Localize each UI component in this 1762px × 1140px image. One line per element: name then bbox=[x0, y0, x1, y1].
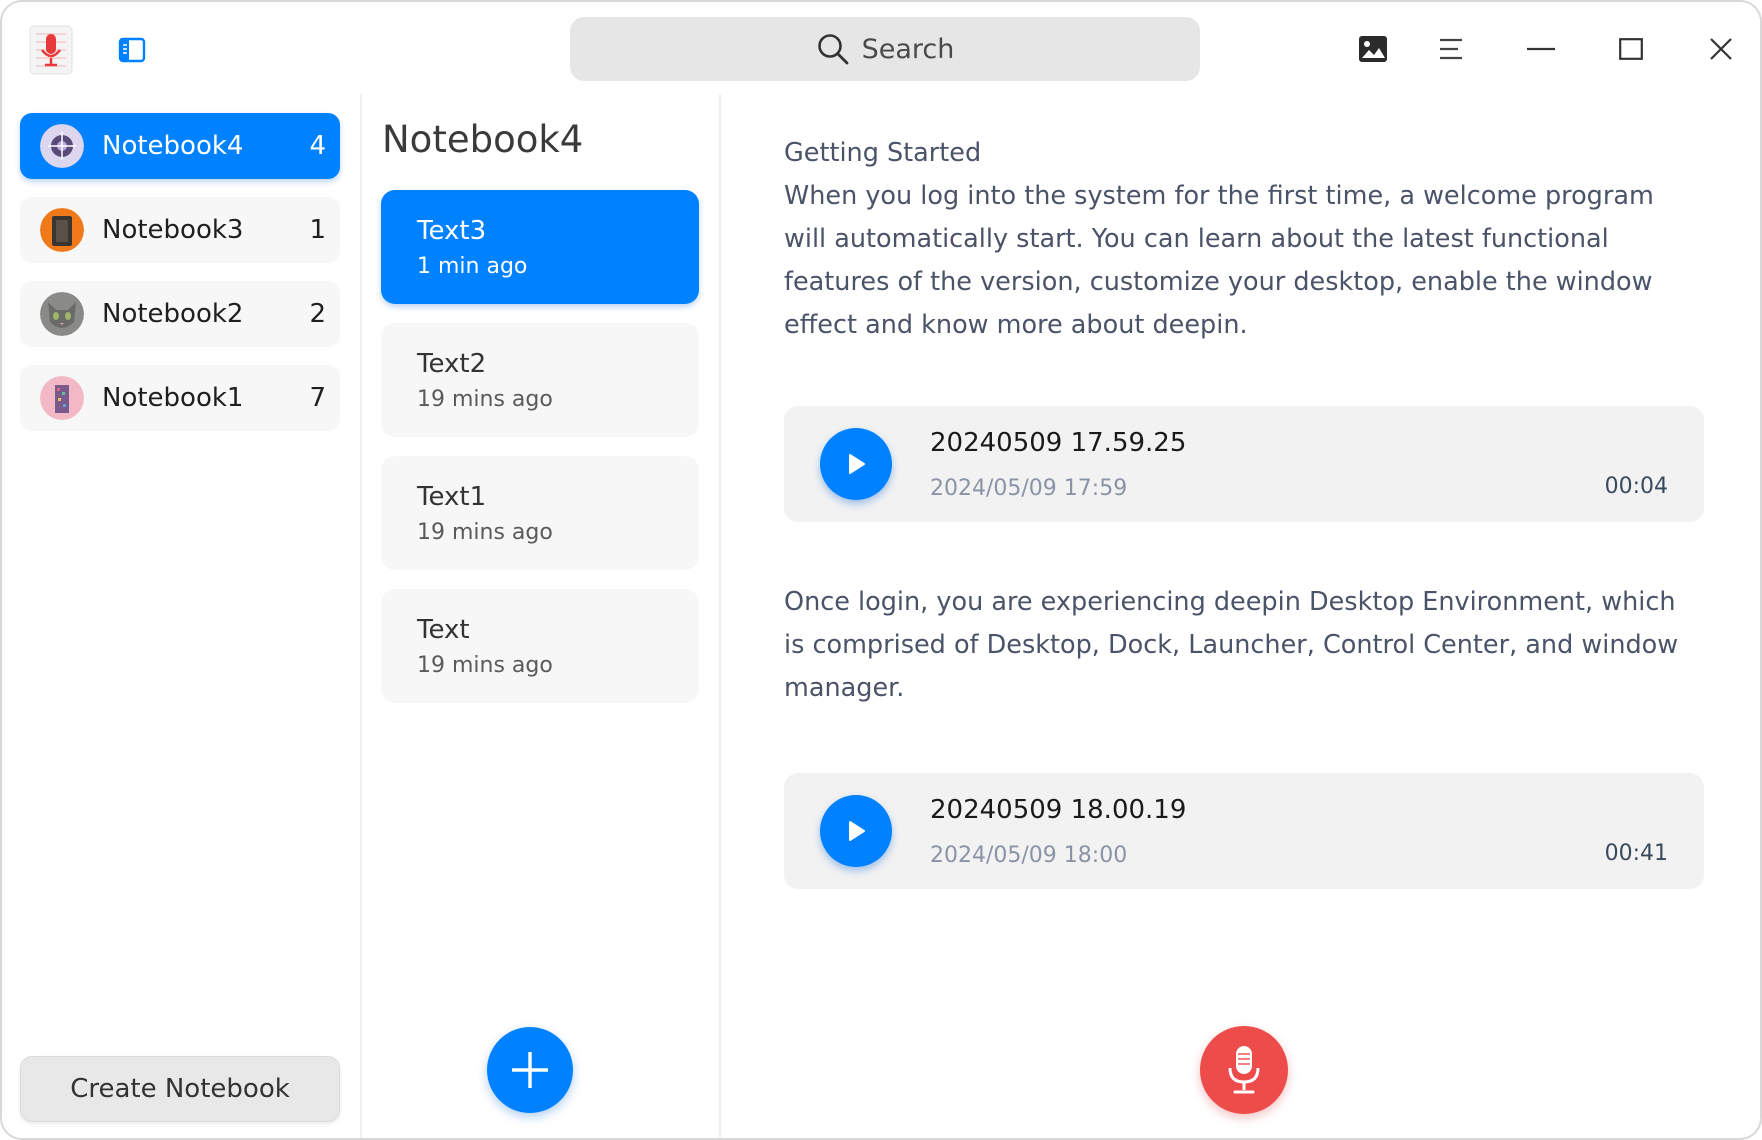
create-notebook-button[interactable]: Create Notebook bbox=[20, 1056, 340, 1122]
notebook-avatar bbox=[40, 376, 84, 420]
close-icon bbox=[1710, 38, 1732, 60]
note-item-text[interactable]: Text 19 mins ago bbox=[381, 589, 699, 703]
play-button[interactable] bbox=[820, 428, 892, 500]
notebook-title: Notebook4 bbox=[382, 118, 584, 161]
notebook-name: Notebook2 bbox=[102, 299, 244, 329]
sidebar-divider bbox=[360, 94, 362, 1138]
note-time: 19 mins ago bbox=[417, 653, 553, 678]
note-item-text3[interactable]: Text3 1 min ago bbox=[381, 190, 699, 304]
recording-name: 20240509 17.59.25 bbox=[930, 428, 1187, 458]
note-paragraph: Once login, you are experiencing deepin … bbox=[784, 587, 1679, 703]
menu-icon bbox=[1440, 38, 1462, 60]
voice-recording-card[interactable]: 20240509 17.59.25 2024/05/09 17:59 00:04 bbox=[784, 406, 1704, 522]
notebook-count: 2 bbox=[309, 299, 326, 329]
notebook-item-notebook2[interactable]: Notebook2 2 bbox=[20, 281, 340, 347]
note-time: 19 mins ago bbox=[417, 520, 553, 545]
note-time: 19 mins ago bbox=[417, 387, 553, 412]
search-placeholder: Search bbox=[861, 33, 955, 65]
note-time: 1 min ago bbox=[417, 254, 528, 279]
notebook-item-notebook1[interactable]: Notebook1 7 bbox=[20, 365, 340, 431]
notebook-avatar bbox=[40, 208, 84, 252]
sidebar-toggle-icon[interactable] bbox=[116, 34, 148, 66]
notebook-count: 4 bbox=[309, 131, 326, 161]
notebook-item-notebook4[interactable]: Notebook4 4 bbox=[20, 113, 340, 179]
note-editor[interactable]: Getting Started When you log into the sy… bbox=[784, 132, 1704, 347]
play-button[interactable] bbox=[820, 795, 892, 867]
notebook-name: Notebook3 bbox=[102, 215, 244, 245]
notebook-name: Notebook4 bbox=[102, 131, 244, 161]
main-menu-button[interactable] bbox=[1428, 26, 1474, 72]
note-title: Text3 bbox=[417, 216, 487, 246]
note-heading: Getting Started bbox=[784, 138, 982, 168]
note-title: Text2 bbox=[417, 349, 487, 379]
notebook-name: Notebook1 bbox=[102, 383, 244, 413]
recording-date: 2024/05/09 18:00 bbox=[930, 843, 1128, 868]
close-button[interactable] bbox=[1698, 26, 1744, 72]
recording-name: 20240509 18.00.19 bbox=[930, 795, 1187, 825]
minimize-icon bbox=[1527, 47, 1555, 51]
search-input[interactable]: Search bbox=[570, 17, 1200, 81]
plus-icon bbox=[512, 1052, 548, 1088]
title-bar: Search bbox=[2, 2, 1760, 94]
search-icon bbox=[817, 34, 849, 65]
image-icon bbox=[1359, 36, 1387, 62]
note-title: Text1 bbox=[417, 482, 487, 512]
note-item-text2[interactable]: Text2 19 mins ago bbox=[381, 323, 699, 437]
recording-duration: 00:04 bbox=[1604, 474, 1668, 499]
notebook-avatar bbox=[40, 292, 84, 336]
play-icon bbox=[849, 454, 865, 474]
add-note-button[interactable] bbox=[487, 1027, 573, 1113]
note-item-text1[interactable]: Text1 19 mins ago bbox=[381, 456, 699, 570]
maximize-button[interactable] bbox=[1608, 26, 1654, 72]
recording-date: 2024/05/09 17:59 bbox=[930, 476, 1128, 501]
voice-recording-card[interactable]: 20240509 18.00.19 2024/05/09 18:00 00:41 bbox=[784, 773, 1704, 889]
minimize-button[interactable] bbox=[1518, 26, 1564, 72]
microphone-icon bbox=[1228, 1046, 1260, 1094]
notebook-item-notebook3[interactable]: Notebook3 1 bbox=[20, 197, 340, 263]
voice-notes-app-icon bbox=[28, 24, 74, 76]
notebook-count: 7 bbox=[309, 383, 326, 413]
notes-list-divider bbox=[719, 94, 721, 1138]
play-icon bbox=[849, 821, 865, 841]
image-insert-button[interactable] bbox=[1350, 26, 1396, 72]
maximize-icon bbox=[1619, 38, 1643, 60]
note-title: Text bbox=[417, 615, 470, 645]
notebook-count: 1 bbox=[309, 215, 326, 245]
note-paragraph: When you log into the system for the fir… bbox=[784, 181, 1654, 340]
recording-duration: 00:41 bbox=[1604, 841, 1668, 866]
app-window: Search Notebook4 4 Notebook3 1 Notebook2… bbox=[0, 0, 1762, 1140]
record-voice-button[interactable] bbox=[1200, 1026, 1288, 1114]
notebook-avatar bbox=[40, 124, 84, 168]
